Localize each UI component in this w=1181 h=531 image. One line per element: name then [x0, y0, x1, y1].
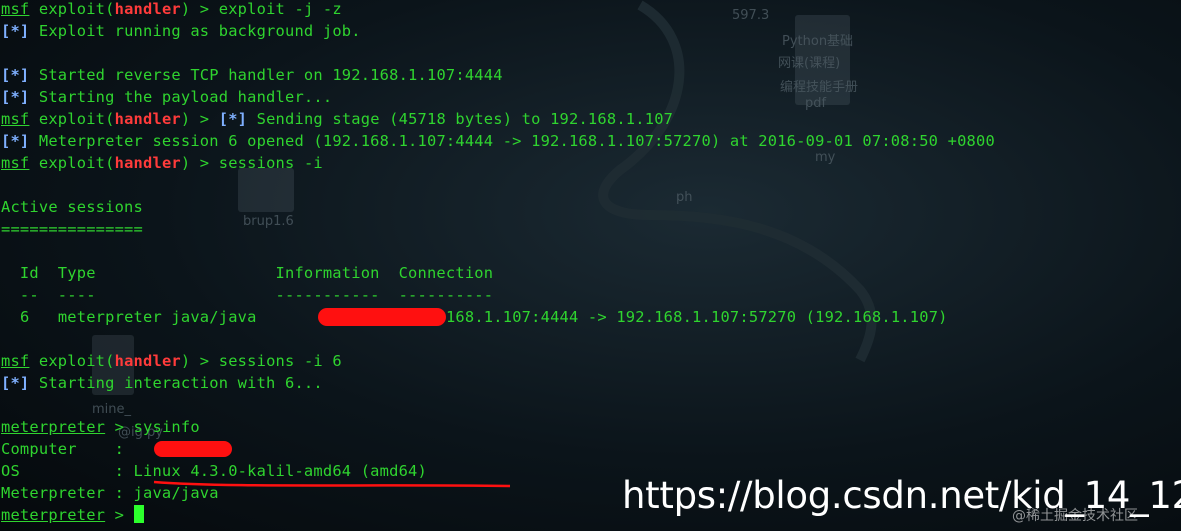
output-text: Sending stage (45718 bytes) to 192.168.1… — [256, 110, 674, 128]
status-tag: [*] — [1, 66, 30, 84]
command-text: sessions -i — [218, 154, 323, 172]
msf-prompt: msf — [1, 0, 30, 18]
status-tag: [*] — [1, 132, 30, 150]
table-header: Id Type Information Connection — [1, 264, 494, 282]
terminal-line: [*] Started reverse TCP handler on 192.1… — [1, 64, 503, 86]
command-text: exploit -j -z — [218, 0, 342, 18]
terminal-line: msf exploit(handler) > exploit -j -z — [1, 0, 342, 18]
table-row: 6 meterpreter java/java 192.168.1.107:44… — [1, 306, 948, 328]
session-type: meterpreter java/java — [57, 308, 257, 326]
terminal-line: [*] Starting the payload handler... — [1, 86, 332, 108]
meterpreter-prompt: meterpreter — [1, 506, 106, 524]
command-text: sysinfo — [133, 418, 200, 436]
msf-prompt: msf — [1, 154, 30, 172]
terminal-line: [*] Starting interaction with 6... — [1, 372, 323, 394]
output-text: Exploit running as background job. — [38, 22, 361, 40]
status-tag: [*] — [1, 22, 30, 40]
session-connection: 192.168.1.107:4444 -> 192.168.1.107:5727… — [408, 308, 948, 326]
watermark-secondary: @稀土掘金技术社区 — [1012, 508, 1138, 524]
output-text: Starting interaction with 6... — [38, 374, 323, 392]
section-heading: Active sessions — [1, 198, 143, 216]
msf-prompt: msf — [1, 110, 30, 128]
meterpreter-value: java/java — [133, 484, 219, 502]
meterpreter-prompt: meterpreter — [1, 418, 106, 436]
table-rule: -- ---- ----------- ---------- — [1, 286, 494, 304]
redaction-mark — [154, 441, 232, 457]
terminal-line: msf exploit(handler) > [*] Sending stage… — [1, 110, 674, 128]
command-text: sessions -i 6 — [218, 352, 342, 370]
msf-prompt: msf — [1, 352, 30, 370]
session-id: 6 — [19, 308, 30, 326]
os-label: OS : — [1, 462, 125, 480]
terminal-line: [*] Meterpreter session 6 opened (192.16… — [1, 130, 995, 152]
output-text: Starting the payload handler... — [38, 88, 333, 106]
terminal-window[interactable]: 597.3 Python基础 网课(课程) 编程技能手册 pdf my ph b… — [0, 0, 1181, 531]
status-tag: [*] — [218, 110, 248, 128]
terminal-line: msf exploit(handler) > sessions -i 6 — [1, 352, 342, 370]
terminal-line: meterpreter > sysinfo — [1, 418, 200, 436]
redaction-mark — [318, 308, 446, 326]
terminal-line: msf exploit(handler) > sessions -i — [1, 154, 323, 172]
module-name: handler — [114, 110, 181, 128]
module-name: handler — [114, 0, 181, 18]
text-cursor[interactable] — [133, 505, 144, 523]
sysinfo-meterpreter: Meterpreter : java/java — [1, 482, 219, 504]
section-rule: =============== — [1, 220, 143, 238]
module-name: handler — [114, 154, 181, 172]
module-name: handler — [114, 352, 181, 370]
status-tag: [*] — [1, 88, 30, 106]
output-text: Started reverse TCP handler on 192.168.1… — [38, 66, 503, 84]
meterpreter-label: Meterpreter : — [1, 484, 125, 502]
sysinfo-computer: Computer : — [1, 440, 125, 458]
terminal-line: [*] Exploit running as background job. — [1, 20, 361, 42]
output-text: Meterpreter session 6 opened (192.168.1.… — [38, 132, 995, 150]
status-tag: [*] — [1, 374, 30, 392]
terminal-input-line[interactable]: meterpreter > — [1, 504, 144, 526]
